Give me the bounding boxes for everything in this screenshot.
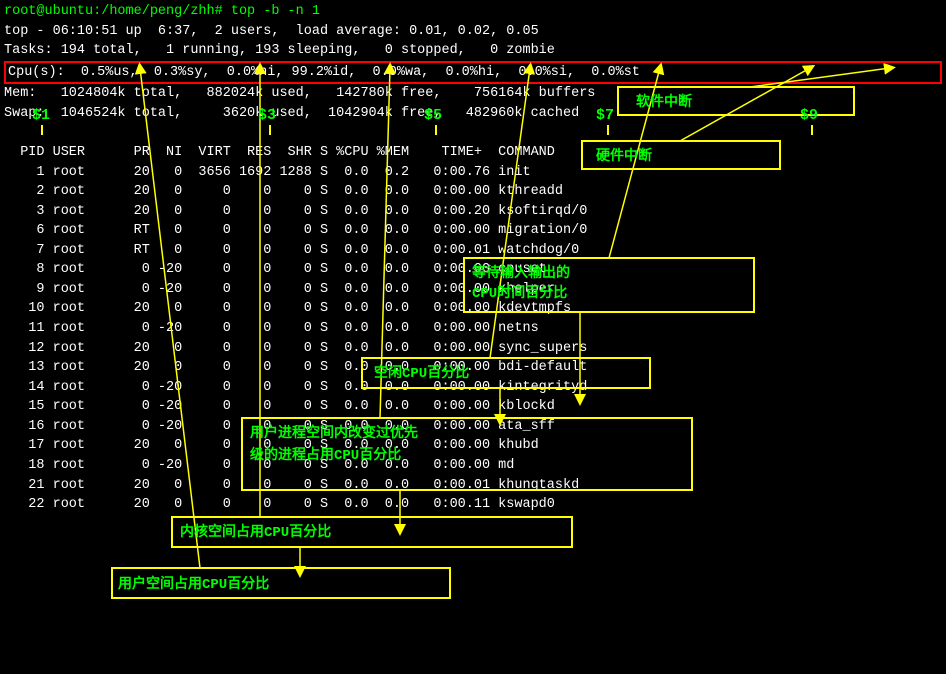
- table-row: 13 root 20 0 0 0 0 S 0.0 0.0 0:00.00 bdi…: [4, 358, 942, 378]
- table-row: 8 root 0 -20 0 0 0 S 0.0 0.0 0:00.00 cpu…: [4, 260, 942, 280]
- top-status-line: top - 06:10:51 up 6:37, 2 users, load av…: [4, 22, 942, 42]
- table-row: 3 root 20 0 0 0 0 S 0.0 0.0 0:00.20 ksof…: [4, 202, 942, 222]
- table-row: 16 root 0 -20 0 0 0 S 0.0 0.0 0:00.00 at…: [4, 417, 942, 437]
- prompt-line: root@ubuntu:/home/peng/zhh# top -b -n 1: [4, 2, 942, 22]
- table-row: 9 root 0 -20 0 0 0 S 0.0 0.0 0:00.00 khe…: [4, 280, 942, 300]
- swap-line: Swap: 1046524k total, 3620k used, 104290…: [4, 104, 942, 124]
- table-row: 6 root RT 0 0 0 0 S 0.0 0.0 0:00.00 migr…: [4, 221, 942, 241]
- blank-line: [4, 123, 942, 143]
- table-row: 22 root 20 0 0 0 0 S 0.0 0.0 0:00.11 ksw…: [4, 495, 942, 515]
- mem-line: Mem: 1024804k total, 882024k used, 14278…: [4, 84, 942, 104]
- cpu-line: Cpu(s): 0.5%us, 0.3%sy, 0.0%ni, 99.2%id,…: [4, 61, 942, 85]
- table-row: 14 root 0 -20 0 0 0 S 0.0 0.0 0:00.00 ki…: [4, 378, 942, 398]
- table-row: 18 root 0 -20 0 0 0 S 0.0 0.0 0:00.00 md: [4, 456, 942, 476]
- table-row: 15 root 0 -20 0 0 0 S 0.0 0.0 0:00.00 kb…: [4, 397, 942, 417]
- tasks-line: Tasks: 194 total, 1 running, 193 sleepin…: [4, 41, 942, 61]
- yonghu-space-label: 用户空间占用CPU百分比: [118, 573, 269, 593]
- neihe-label: 内核空间占用CPU百分比: [180, 521, 331, 541]
- table-header: PID USER PR NI VIRT RES SHR S %CPU %MEM …: [4, 143, 942, 163]
- table-row: 11 root 0 -20 0 0 0 S 0.0 0.0 0:00.00 ne…: [4, 319, 942, 339]
- table-row: 1 root 20 0 3656 1692 1288 S 0.0 0.2 0:0…: [4, 163, 942, 183]
- table-row: 21 root 20 0 0 0 0 S 0.0 0.0 0:00.01 khu…: [4, 476, 942, 496]
- table-row: 17 root 20 0 0 0 0 S 0.0 0.0 0:00.00 khu…: [4, 436, 942, 456]
- process-table: 1 root 20 0 3656 1692 1288 S 0.0 0.2 0:0…: [4, 163, 942, 515]
- table-row: 10 root 20 0 0 0 0 S 0.0 0.0 0:00.00 kde…: [4, 299, 942, 319]
- table-row: 2 root 20 0 0 0 0 S 0.0 0.0 0:00.00 kthr…: [4, 182, 942, 202]
- table-row: 12 root 20 0 0 0 0 S 0.0 0.0 0:00.00 syn…: [4, 339, 942, 359]
- table-row: 7 root RT 0 0 0 0 S 0.0 0.0 0:00.01 watc…: [4, 241, 942, 261]
